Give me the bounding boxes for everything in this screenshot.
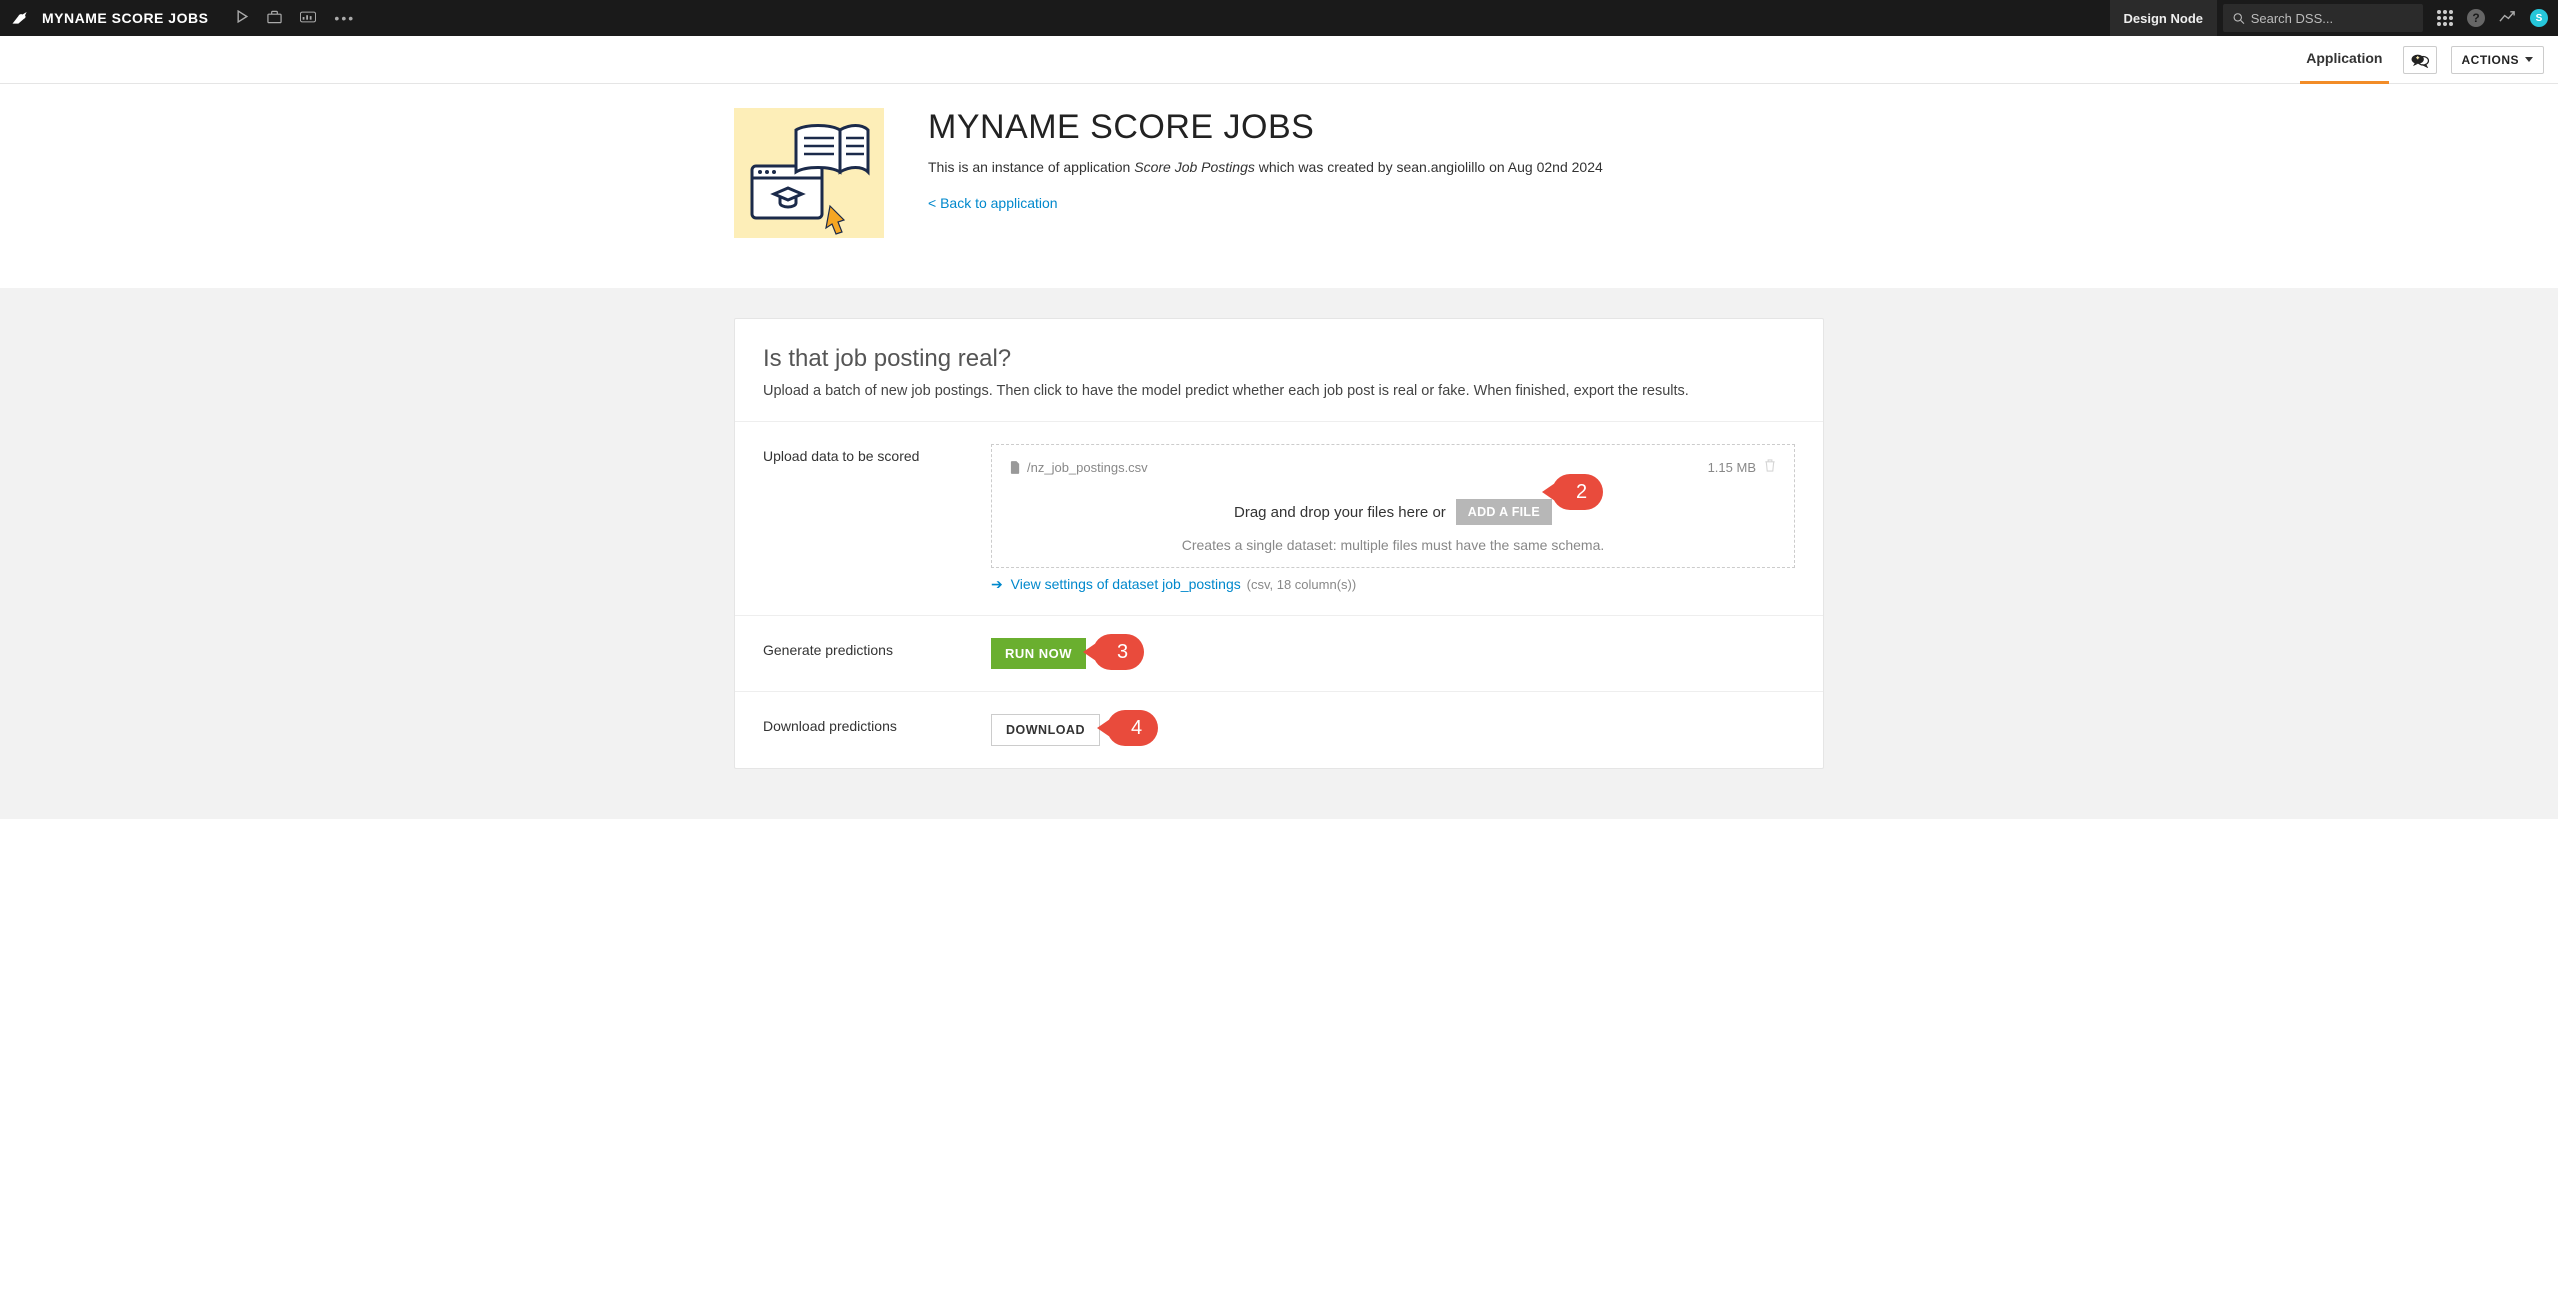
caret-down-icon (2525, 57, 2533, 62)
view-settings-link[interactable]: View settings of dataset job_postings (1011, 576, 1241, 592)
row-upload-label: Upload data to be scored (763, 444, 991, 464)
dropzone[interactable]: /nz_job_postings.csv 1.15 MB Drag and dr… (991, 444, 1795, 568)
main-card: Is that job posting real? Upload a batch… (734, 318, 1824, 769)
search-icon (2233, 12, 2245, 25)
run-now-button[interactable]: RUN NOW (991, 638, 1086, 669)
dropzone-hint: Creates a single dataset: multiple files… (1010, 537, 1776, 553)
annotation-bubble-4: 4 (1107, 710, 1158, 746)
logo-bird-icon[interactable] (10, 7, 30, 30)
row-download: Download predictions DOWNLOAD 4 (735, 692, 1823, 768)
more-icon[interactable]: ••• (334, 10, 355, 26)
card-title: Is that job posting real? (763, 345, 1795, 373)
play-icon[interactable] (236, 10, 249, 26)
card-description: Upload a batch of new job postings. Then… (763, 383, 1795, 399)
row-generate-label: Generate predictions (763, 638, 991, 658)
dropzone-text: Drag and drop your files here or (1234, 504, 1446, 521)
uploaded-file-name: /nz_job_postings.csv (1027, 460, 1148, 475)
back-to-application-link[interactable]: < Back to application (928, 195, 1058, 211)
chat-icon (2410, 52, 2430, 68)
file-icon (1010, 461, 1021, 474)
row-download-label: Download predictions (763, 714, 991, 734)
search-box[interactable] (2223, 4, 2423, 32)
header-region: MYNAME SCORE JOBS This is an instance of… (0, 84, 2558, 288)
design-node-button[interactable]: Design Node (2110, 0, 2217, 36)
uploaded-file-size: 1.15 MB (1708, 460, 1756, 475)
view-settings-meta: (csv, 18 column(s)) (1247, 577, 1357, 592)
app-title: MYNAME SCORE JOBS (928, 108, 1603, 147)
add-file-button[interactable]: ADD A FILE (1456, 499, 1552, 525)
briefcase-icon[interactable] (267, 10, 282, 27)
tab-application[interactable]: Application (2300, 36, 2388, 84)
actions-button[interactable]: ACTIONS (2451, 46, 2545, 74)
discussions-button[interactable] (2403, 46, 2437, 74)
trends-icon[interactable] (2499, 10, 2516, 27)
project-name[interactable]: MYNAME SCORE JOBS (42, 10, 208, 26)
help-icon[interactable]: ? (2467, 9, 2485, 27)
dashboard-icon[interactable] (300, 10, 316, 26)
app-description: This is an instance of application Score… (928, 159, 1603, 175)
annotation-bubble-3: 3 (1093, 634, 1144, 670)
app-tile-image (734, 108, 884, 238)
arrow-right-icon: ➔ (991, 576, 1003, 592)
row-generate: Generate predictions RUN NOW 3 (735, 616, 1823, 692)
uploaded-file-row: /nz_job_postings.csv 1.15 MB (1010, 459, 1776, 475)
body-region: Is that job posting real? Upload a batch… (0, 288, 2558, 819)
topbar: MYNAME SCORE JOBS ••• Design Node ? S (0, 0, 2558, 36)
actions-label: ACTIONS (2462, 53, 2520, 67)
row-upload: Upload data to be scored /nz_job_posting… (735, 422, 1823, 616)
view-settings-line: ➔ View settings of dataset job_postings … (991, 576, 1795, 593)
apps-grid-icon[interactable] (2437, 10, 2453, 26)
subbar: Application ACTIONS (0, 36, 2558, 84)
user-avatar[interactable]: S (2530, 9, 2548, 27)
search-input[interactable] (2251, 11, 2413, 26)
delete-file-icon[interactable] (1764, 459, 1776, 475)
download-button[interactable]: DOWNLOAD (991, 714, 1100, 746)
